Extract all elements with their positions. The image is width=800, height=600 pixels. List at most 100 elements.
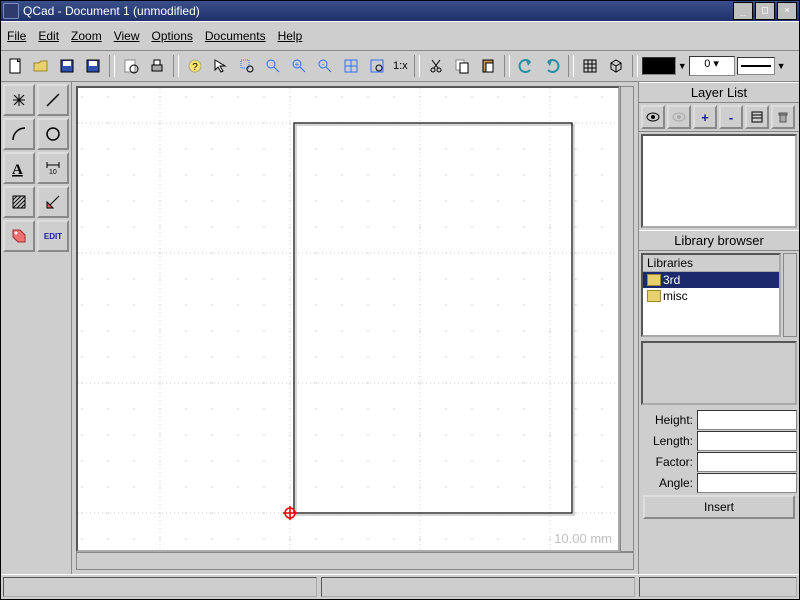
layer-delete-button[interactable] [771,105,795,129]
svg-text:A: A [12,162,23,177]
library-scrollbar[interactable] [783,253,797,337]
tool-line[interactable] [37,84,69,116]
tool-measure[interactable] [37,186,69,218]
factor-input[interactable] [697,452,797,472]
main-area: A 10 EDIT 10.00 mm Layer List [1,82,799,574]
toggle-grid-button[interactable] [578,54,602,78]
layer-list[interactable] [641,134,797,228]
svg-text:-: - [322,60,325,69]
layer-toolbar: + - [639,103,799,132]
menu-zoom[interactable]: Zoom [71,29,102,43]
height-input[interactable] [697,410,797,430]
redo-button[interactable] [540,54,564,78]
menu-documents[interactable]: Documents [205,29,266,43]
svg-text:10: 10 [49,169,57,176]
color-dropdown-icon[interactable]: ▼ [678,61,687,71]
length-label: Length: [641,434,697,448]
status-cell-1 [3,577,317,597]
library-preview [641,341,797,405]
titlebar: QCad - Document 1 (unmodified) _ □ × [1,1,799,21]
separator [632,55,638,77]
zoom-window-button[interactable] [235,54,259,78]
close-button[interactable]: × [777,2,797,20]
undo-button[interactable] [514,54,538,78]
maximize-button[interactable]: □ [755,2,775,20]
app-icon [3,3,19,19]
tool-dimension[interactable]: 10 [37,152,69,184]
tool-arc[interactable] [3,118,35,150]
menubar: File Edit Zoom View Options Documents He… [1,21,799,51]
menu-options[interactable]: Options [152,29,193,43]
save-button-2[interactable] [81,54,105,78]
zoom-redraw-button[interactable] [365,54,389,78]
print-button[interactable] [145,54,169,78]
tool-text[interactable]: A [3,152,35,184]
menu-help[interactable]: Help [278,29,303,43]
library-tree[interactable]: Libraries 3rd misc [641,253,781,337]
status-cell-2 [321,577,635,597]
current-color-swatch[interactable] [642,57,676,75]
tool-edit[interactable]: EDIT [37,220,69,252]
zoom-pan-button[interactable] [339,54,363,78]
toolbar: ? + - 1:x ▼ 0 ▾ ▼ [1,51,799,82]
statusbar [1,574,799,599]
separator [173,55,179,77]
canvas-area: 10.00 mm [72,82,638,574]
library-item-3rd[interactable]: 3rd [643,272,779,288]
app-window: QCad - Document 1 (unmodified) _ □ × Fil… [0,0,800,600]
window-title: QCad - Document 1 (unmodified) [23,4,731,18]
linetype-dropdown-icon[interactable]: ▼ [777,61,786,71]
insert-button[interactable]: Insert [643,495,795,519]
right-panels: Layer List + - Library browser Libraries… [638,82,799,574]
minimize-button[interactable]: _ [733,2,753,20]
separator [568,55,574,77]
vertical-scrollbar[interactable] [620,86,634,552]
height-label: Height: [641,413,697,427]
angle-input[interactable] [697,473,797,493]
zoom-auto-button[interactable] [261,54,285,78]
print-preview-button[interactable] [119,54,143,78]
library-item-misc[interactable]: misc [643,288,779,304]
angle-label: Angle: [641,476,697,490]
new-button[interactable] [3,54,27,78]
menu-view[interactable]: View [114,29,140,43]
folder-icon [647,290,661,302]
cut-button[interactable] [424,54,448,78]
library-root[interactable]: Libraries [643,255,779,272]
copy-button[interactable] [450,54,474,78]
save-button[interactable] [55,54,79,78]
toggle-3d-button[interactable] [604,54,628,78]
tool-tag[interactable] [3,220,35,252]
drawing-tools-panel: A 10 EDIT [1,82,72,574]
paste-button[interactable] [476,54,500,78]
status-cell-3 [639,577,797,597]
layer-add-button[interactable]: + [693,105,717,129]
layer-hidden-icon[interactable] [667,105,691,129]
menu-edit[interactable]: Edit [38,29,59,43]
zoom-pointer-button[interactable] [209,54,233,78]
tool-hatch[interactable] [3,186,35,218]
lineweight-select[interactable]: 0 ▾ [689,56,735,76]
svg-text:+: + [295,60,300,69]
open-button[interactable] [29,54,53,78]
separator [109,55,115,77]
drawing-canvas[interactable]: 10.00 mm [76,86,620,552]
layer-edit-button[interactable] [745,105,769,129]
linetype-select[interactable] [737,57,775,75]
layer-remove-button[interactable]: - [719,105,743,129]
folder-icon [647,274,661,286]
tool-point[interactable] [3,84,35,116]
library-panel-title: Library browser [639,230,799,251]
separator [504,55,510,77]
tool-circle[interactable] [37,118,69,150]
help-tip-button[interactable]: ? [183,54,207,78]
zoom-out-button[interactable]: - [313,54,337,78]
menu-file[interactable]: File [7,29,26,43]
svg-text:?: ? [192,62,198,73]
layer-visible-icon[interactable] [641,105,665,129]
zoom-in-button[interactable]: + [287,54,311,78]
horizontal-scrollbar[interactable] [76,552,634,570]
insert-panel: Height: Length: Factor: Angle: Insert [639,407,799,523]
length-input[interactable] [697,431,797,451]
zoom-ratio-label[interactable]: 1:x [391,60,410,72]
